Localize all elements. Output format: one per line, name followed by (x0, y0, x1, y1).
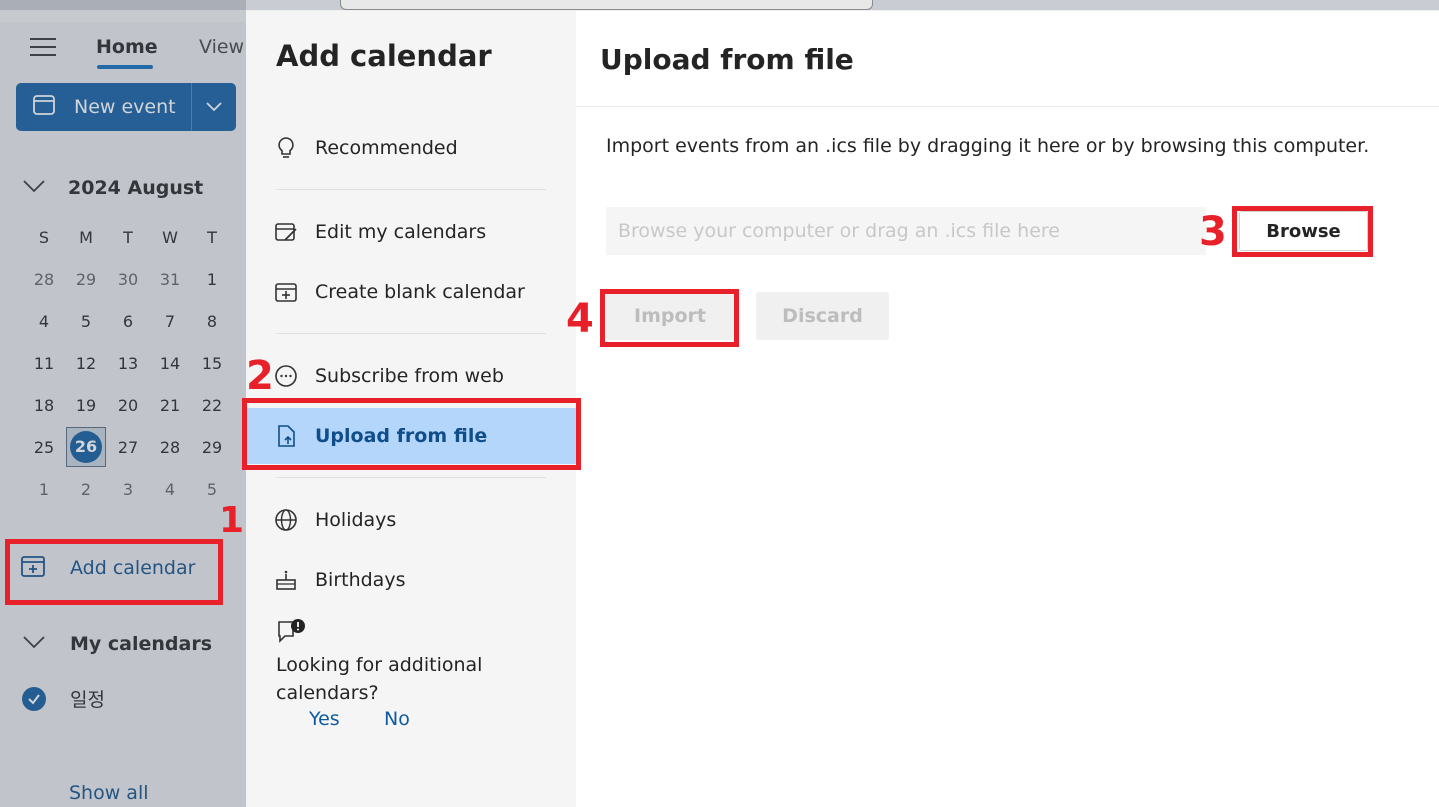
feedback-yes-link[interactable]: Yes (309, 708, 340, 730)
annotation-box (1232, 206, 1373, 257)
web-icon (274, 364, 298, 388)
nav-divider (276, 477, 546, 478)
nav-item-recommended[interactable]: Recommended (246, 120, 576, 176)
calendar-add-icon (274, 280, 298, 304)
feedback-question: Looking for additional calendars? (276, 654, 483, 704)
content-title: Upload from file (600, 43, 854, 76)
annotation-box (5, 539, 223, 605)
annotation-number: 3 (1199, 209, 1227, 255)
content-divider (576, 106, 1439, 107)
nav-item-holidays[interactable]: Holidays (246, 492, 576, 548)
dialog-content: Upload from file Import events from an .… (576, 11, 1439, 807)
lightbulb-icon (274, 136, 298, 160)
feedback-icon (276, 618, 306, 650)
search-bar-edge (340, 0, 873, 10)
nav-item-create-blank-calendar[interactable]: Create blank calendar (246, 264, 576, 320)
nav-item-label: Birthdays (315, 569, 406, 591)
edit-calendar-icon (274, 220, 298, 244)
cake-icon (274, 568, 298, 592)
nav-item-label: Create blank calendar (315, 281, 525, 303)
globe-icon (274, 508, 298, 532)
feedback-no-link[interactable]: No (384, 708, 410, 730)
nav-divider (276, 333, 546, 334)
annotation-box (242, 398, 581, 470)
nav-item-label: Holidays (315, 509, 397, 531)
nav-item-birthdays[interactable]: Birthdays (246, 552, 576, 608)
annotation-number: 2 (246, 353, 274, 399)
nav-item-edit-my-calendars[interactable]: Edit my calendars (246, 204, 576, 260)
nav-item-label: Subscribe from web (315, 365, 504, 387)
dialog-nav-title: Add calendar (276, 39, 492, 73)
nav-divider (276, 189, 546, 190)
file-drop-input[interactable] (606, 207, 1206, 255)
nav-item-subscribe-from-web[interactable]: Subscribe from web (246, 348, 576, 404)
annotation-number: 4 (566, 296, 594, 342)
nav-item-label: Recommended (315, 137, 458, 159)
annotation-box (600, 289, 739, 347)
discard-button[interactable]: Discard (756, 292, 889, 340)
modal-backdrop[interactable] (0, 0, 246, 807)
nav-item-label: Edit my calendars (315, 221, 487, 243)
annotation-number: 1 (219, 500, 245, 541)
content-description: Import events from an .ics file by dragg… (606, 135, 1370, 157)
